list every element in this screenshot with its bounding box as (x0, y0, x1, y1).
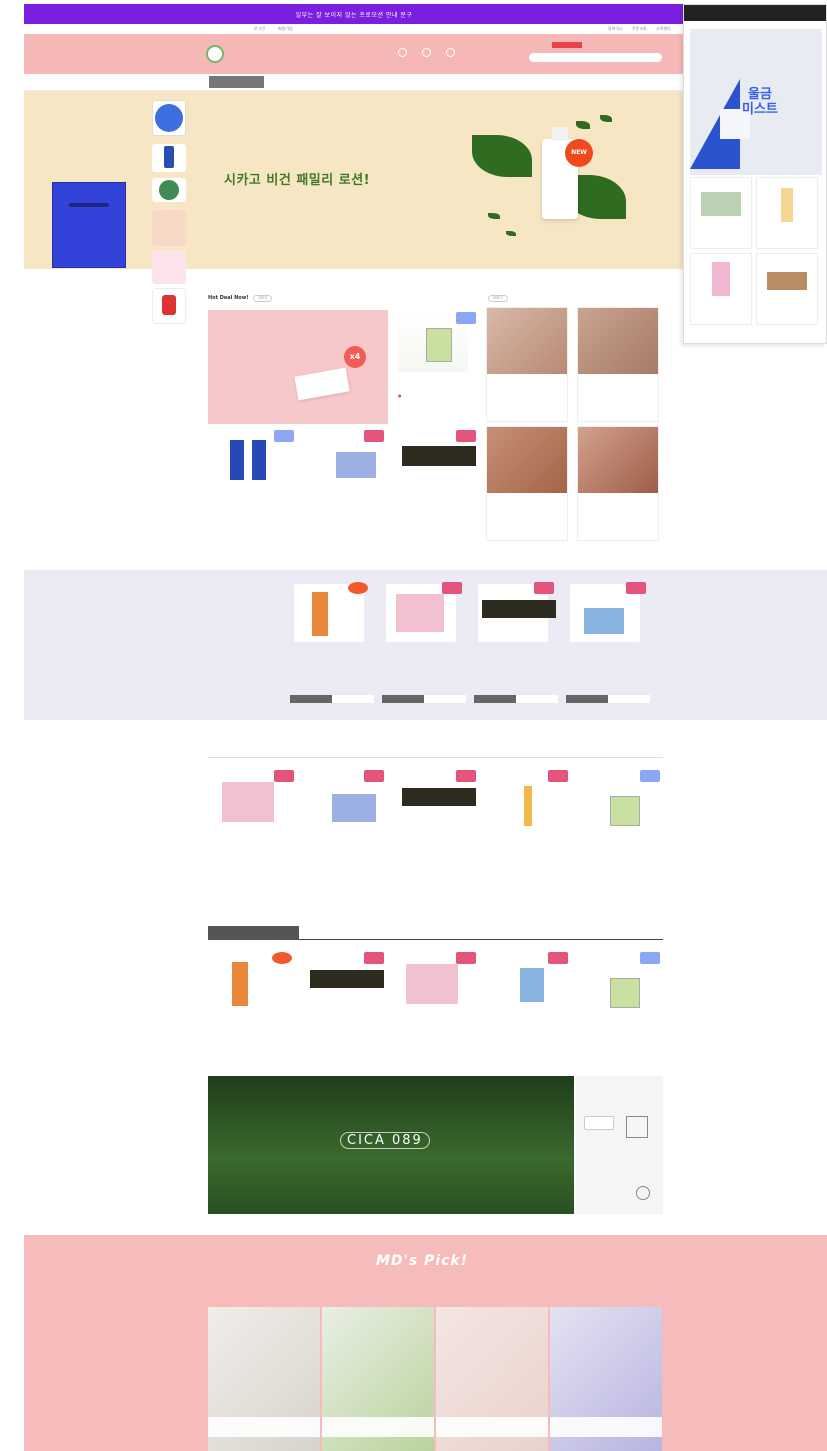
hot-deal-banner[interactable]: x4 (208, 310, 388, 424)
leaf-icon (600, 115, 612, 122)
product-card[interactable] (300, 766, 388, 876)
utility-link[interactable]: 주문조회 (632, 26, 647, 32)
time-sale-buttons (566, 695, 652, 703)
x4-badge: x4 (344, 346, 366, 368)
reviews-title: 더보기 (484, 295, 508, 302)
review-card[interactable] (486, 307, 568, 422)
product-card[interactable] (300, 948, 388, 1058)
review-card[interactable] (577, 307, 659, 422)
logo-icon[interactable] (206, 45, 224, 63)
cart-button[interactable] (290, 695, 332, 703)
md-card[interactable] (436, 1307, 548, 1451)
coupon-card (294, 367, 350, 401)
wish-button[interactable] (608, 695, 650, 703)
quick-item[interactable] (152, 144, 186, 172)
promo-bar[interactable]: 일부는 잘 보이지 않는 프로모션 안내 문구 (24, 4, 684, 24)
mds-pick-section: MD's Pick! (24, 1235, 827, 1451)
utility-link[interactable]: 고객센터 (656, 26, 671, 32)
product-card[interactable] (392, 766, 480, 876)
search-tag[interactable] (552, 42, 582, 48)
category-tabs (208, 926, 663, 940)
product-card[interactable] (208, 426, 296, 536)
right-popup[interactable]: 울금 미스트 (683, 4, 827, 344)
product-card[interactable] (380, 578, 466, 690)
leaf-icon (472, 135, 532, 177)
leaf-icon (488, 213, 500, 219)
product-card[interactable]: ● (392, 308, 480, 420)
time-sale-buttons (474, 695, 560, 703)
quick-item[interactable] (152, 250, 186, 284)
promo-text: 일부는 잘 보이지 않는 프로모션 안내 문구 (295, 11, 413, 19)
md-card[interactable] (550, 1307, 662, 1451)
time-sale-buttons (382, 695, 468, 703)
utility-link[interactable]: 장바구니 (608, 26, 623, 32)
cica-banner[interactable]: CICA 089 (208, 1076, 574, 1214)
product-card[interactable] (484, 766, 572, 876)
category-menu-button[interactable] (209, 76, 264, 88)
search-input[interactable] (529, 53, 662, 62)
hero-headline: 시카고 비건 패밀리 로션! (224, 173, 371, 188)
tab[interactable] (390, 926, 481, 940)
tab[interactable] (572, 926, 663, 940)
new-badge: NEW (565, 139, 593, 167)
wish-button[interactable] (424, 695, 466, 703)
utility-link[interactable]: 로그인 (254, 26, 265, 32)
product-card[interactable] (300, 426, 388, 536)
leaf-icon (576, 121, 590, 129)
left-floating-banner[interactable] (52, 182, 126, 268)
product-card[interactable] (208, 948, 296, 1058)
more-button[interactable]: 더보기 (488, 295, 508, 302)
site-header (24, 34, 684, 74)
quick-item[interactable] (152, 100, 186, 136)
quick-item[interactable] (152, 210, 186, 246)
cart-button[interactable] (474, 695, 516, 703)
popup-product[interactable] (690, 253, 752, 325)
more-button[interactable]: 더보기 (252, 295, 273, 302)
product-card[interactable] (392, 426, 480, 536)
review-card[interactable] (577, 426, 659, 541)
utility-link[interactable]: 회원가입 (278, 26, 293, 32)
popup-product[interactable] (756, 253, 818, 325)
divider (208, 757, 663, 758)
cica-label: CICA 089 (340, 1132, 430, 1149)
product-card[interactable] (576, 766, 664, 876)
md-card[interactable] (208, 1307, 320, 1451)
product-card[interactable] (392, 948, 480, 1058)
mist-title: 울금 미스트 (742, 87, 778, 117)
wish-button[interactable] (332, 695, 374, 703)
popup-banner[interactable]: 울금 미스트 (690, 29, 822, 175)
cica-side-card[interactable] (576, 1076, 663, 1214)
review-card[interactable] (486, 426, 568, 541)
cart-button[interactable] (382, 695, 424, 703)
tab[interactable] (299, 926, 390, 940)
tab[interactable] (208, 926, 299, 940)
user-icon[interactable] (422, 48, 431, 57)
product-card[interactable] (564, 578, 650, 690)
cart-button[interactable] (566, 695, 608, 703)
utility-bar: 로그인 회원가입 장바구니 주문조회 고객센터 (24, 24, 684, 34)
cart-icon[interactable] (446, 48, 455, 57)
left-banner-button[interactable] (69, 203, 109, 207)
hot-deal-title: Hot Deal Now! 더보기 (208, 295, 273, 302)
product-card[interactable] (472, 578, 558, 690)
product-card[interactable] (576, 948, 664, 1058)
product-card[interactable] (208, 766, 296, 876)
product-card[interactable] (288, 578, 374, 690)
time-sale-buttons (290, 695, 376, 703)
wish-button[interactable] (516, 695, 558, 703)
popup-product[interactable] (690, 177, 752, 249)
leaf-icon (506, 231, 516, 236)
quick-item[interactable] (152, 178, 186, 202)
main-nav (24, 74, 684, 91)
tab[interactable] (481, 926, 572, 940)
md-card[interactable] (322, 1307, 434, 1451)
popup-product[interactable] (756, 177, 818, 249)
popup-header (684, 5, 826, 21)
heart-icon[interactable] (398, 48, 407, 57)
quick-menu-strip (152, 100, 186, 325)
quick-item[interactable] (152, 288, 186, 324)
product-card[interactable] (484, 948, 572, 1058)
mds-title: MD's Pick! (376, 1253, 469, 1269)
